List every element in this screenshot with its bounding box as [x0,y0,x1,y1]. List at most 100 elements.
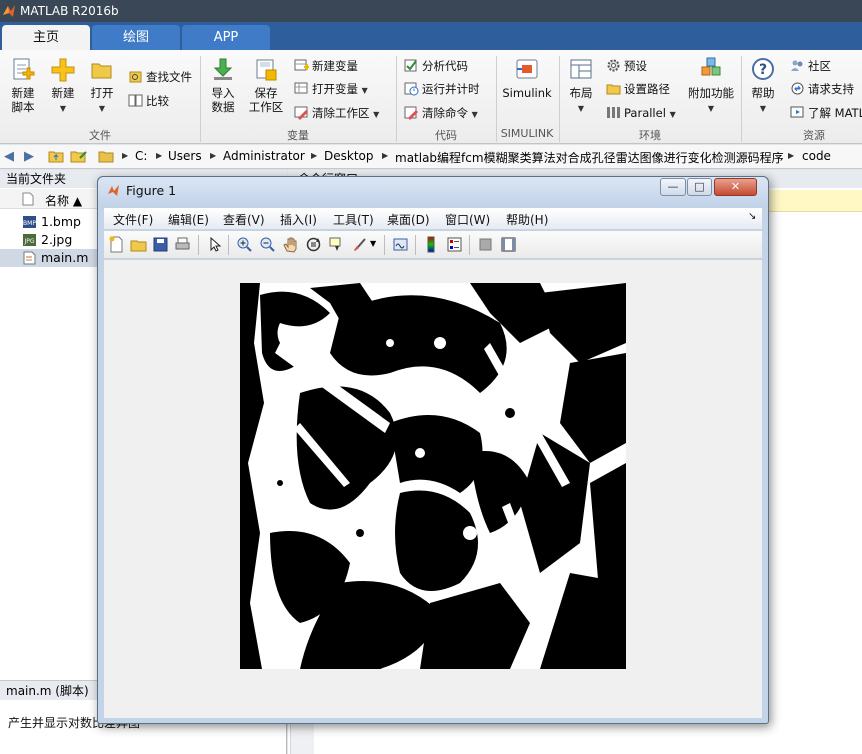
pointer-icon[interactable] [206,236,223,253]
jpg-file-icon: JPG [23,234,36,246]
add-ons-cubes-icon [701,57,721,76]
parallel-button[interactable]: Parallel ▼ [606,103,676,123]
code-group-label: 代码 [435,129,457,142]
dropdown-arrow-icon: ▼ [669,110,676,119]
menu-help[interactable]: 帮助(H) [506,211,548,228]
breadcrumb-users[interactable]: Users [168,149,202,163]
learn-matlab-button[interactable]: 了解 MATL [790,103,862,123]
breadcrumb-code[interactable]: code [802,149,831,163]
matlab-logo-icon [3,5,15,17]
figure-menubar: 文件(F) 编辑(E) 查看(V) 插入(I) 工具(T) 桌面(D) 窗口(W… [104,208,762,230]
legend-icon[interactable] [446,236,463,253]
new-plus-icon [51,58,75,82]
learn-matlab-icon [790,106,804,118]
colorbar-icon[interactable] [423,236,440,253]
add-ons-button[interactable]: 附加功能 ▼ [686,56,736,116]
open-variable-icon [294,82,308,94]
pan-hand-icon[interactable] [282,236,299,253]
matlab-figure-icon [108,185,119,196]
dock-arrow-icon[interactable]: ↘ [748,211,756,222]
analyze-code-button[interactable]: 分析代码 [404,56,468,76]
compare-button[interactable]: 比较 [128,91,169,111]
menu-tools[interactable]: 工具(T) [333,211,374,228]
tab-home[interactable]: 主页 [2,25,90,50]
file-type-icon [22,192,34,206]
browse-folder-icon[interactable] [70,149,88,164]
menu-insert[interactable]: 插入(I) [280,211,317,228]
compare-icon [128,94,143,107]
data-cursor-icon[interactable] [328,236,345,253]
toolbar-divider [384,235,385,255]
figure-titlebar[interactable]: Figure 1 — □ ✕ [98,177,768,204]
figure-canvas[interactable] [104,260,762,718]
show-plot-tools-icon[interactable] [500,236,517,253]
zoom-out-icon[interactable] [259,236,276,253]
new-figure-icon[interactable] [108,236,125,253]
minimize-button[interactable]: — [660,178,686,196]
menu-view[interactable]: 查看(V) [223,211,265,228]
hide-plot-tools-icon[interactable] [477,236,494,253]
analyze-code-icon [404,59,417,72]
new-variable-button[interactable]: 新建变量 [294,56,358,76]
run-and-time-icon [404,82,419,96]
layout-button[interactable]: 布局 ▼ [564,56,598,116]
simulink-icon [516,59,538,79]
chevron-right-icon: ▶ [210,151,217,160]
clear-commands-button[interactable]: 清除命令 ▼ [404,103,478,123]
brush-icon[interactable] [351,236,368,253]
open-file-icon[interactable] [130,236,147,253]
open-variable-button[interactable]: 打开变量 ▼ [294,79,368,99]
run-and-time-button[interactable]: 运行并计时 [404,79,480,99]
menu-file[interactable]: 文件(F) [113,211,153,228]
new-button[interactable]: 新建 ▼ [46,56,80,116]
up-folder-icon[interactable] [48,149,64,164]
help-question-icon: ? [752,58,774,80]
brush-dropdown-arrow-icon[interactable]: ▼ [370,239,376,248]
community-button[interactable]: 社区 [790,56,831,76]
name-column-header[interactable]: 名称 ▲ [45,192,82,209]
ribbon-tab-strip: 主页 绘图 APP [0,22,862,50]
save-workspace-button[interactable]: 保存 工作区 [246,56,286,114]
maximize-button[interactable]: □ [687,178,712,196]
close-button[interactable]: ✕ [714,178,757,196]
tab-plots[interactable]: 绘图 [92,25,180,50]
zoom-in-icon[interactable] [236,236,253,253]
new-script-icon [13,58,35,80]
breadcrumb-drive[interactable]: C: [135,149,147,163]
simulink-group-label: SIMULINK [500,127,554,140]
environment-group-label: 环境 [639,129,661,142]
print-icon[interactable] [174,236,191,253]
menu-edit[interactable]: 编辑(E) [168,211,209,228]
find-files-icon [129,71,142,83]
parallel-icon [607,107,620,118]
save-icon[interactable] [152,236,169,253]
forward-arrow-icon[interactable]: ▶ [24,149,34,164]
request-support-icon [791,82,804,95]
new-script-button[interactable]: 新建 脚本 [4,56,42,114]
svg-text:BMP: BMP [23,220,36,227]
request-support-button[interactable]: 请求支持 [790,79,854,99]
preferences-button[interactable]: 预设 [606,56,647,76]
find-files-button[interactable]: 查找文件 [128,67,192,87]
rotate-3d-icon[interactable] [305,236,322,253]
tab-apps[interactable]: APP [182,25,270,50]
menu-desktop[interactable]: 桌面(D) [387,211,430,228]
menu-window[interactable]: 窗口(W) [445,211,490,228]
breadcrumb-project-folder[interactable]: matlab编程fcm模糊聚类算法对合成孔径雷达图像进行变化检测源码程序 [395,149,784,166]
link-plot-icon[interactable] [392,236,409,253]
clear-workspace-button[interactable]: 清除工作区 ▼ [294,103,379,123]
figure-window[interactable]: Figure 1 — □ ✕ 文件(F) 编辑(E) 查看(V) 插入(I) 工… [97,176,769,724]
import-data-button[interactable]: 导入 数据 [206,56,240,114]
breadcrumb-administrator[interactable]: Administrator [223,149,305,163]
chevron-right-icon: ▶ [788,151,795,160]
breadcrumb-desktop[interactable]: Desktop [324,149,374,163]
open-button[interactable]: 打开 ▼ [86,56,118,116]
help-button[interactable]: ? 帮助 ▼ [746,56,780,116]
dropdown-arrow-icon: ▼ [759,104,767,113]
toolbar-divider [469,235,470,255]
layout-icon [570,59,592,79]
back-arrow-icon[interactable]: ◀ [4,149,14,164]
toolbar-divider [228,235,229,255]
set-path-button[interactable]: 设置路径 [606,79,670,99]
simulink-button[interactable]: Simulink [502,56,552,100]
